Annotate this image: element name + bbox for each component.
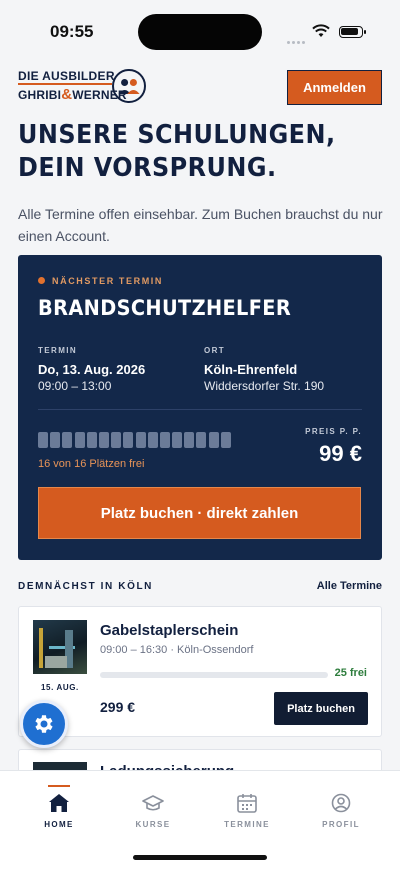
headline-line2: DEIN VORSPRUNG. [18, 153, 277, 183]
home-icon [49, 794, 69, 812]
event-time: 09:00 – 13:00 [38, 379, 112, 393]
price-label: PREIS P. P. [305, 427, 362, 436]
calendar-icon [237, 794, 257, 813]
next-event-course: BRANDSCHUTZHELFER [38, 296, 292, 320]
price-value: 99 € [319, 441, 362, 466]
logo-rule [18, 83, 112, 85]
event-date: Do, 13. Aug. 2026 [38, 362, 146, 377]
list-item[interactable]: 15. AUG. Gabelstaplerschein 09:00 – 16:3… [18, 606, 382, 737]
event-place: Köln-Ehrenfeld [204, 362, 298, 377]
seat-block [159, 432, 170, 448]
status-bar: 09:55 [0, 0, 400, 64]
seat-block [86, 432, 97, 448]
book-and-pay-button[interactable]: Platz buchen · direkt zahlen [38, 487, 361, 539]
tab-profile[interactable]: PROFIL [301, 771, 381, 841]
seat-block [220, 432, 231, 448]
seat-block [74, 432, 85, 448]
tab-label: KURSE [135, 820, 171, 829]
seat-block [50, 432, 61, 448]
logo-line1: DIE AUSBILDER [18, 69, 115, 83]
intro-text: Alle Termine offen einsehbar. Zum Buchen… [18, 206, 383, 244]
seat-block [111, 432, 122, 448]
section-title: DEMNÄCHST IN KÖLN [18, 581, 153, 592]
active-tab-indicator [48, 785, 70, 787]
tab-label: HOME [44, 820, 74, 829]
gear-icon [35, 715, 53, 733]
seat-block [98, 432, 109, 448]
page-headline: UNSERE SCHULUNGEN, DEIN VORSPRUNG. [18, 119, 349, 185]
next-event-card: NÄCHSTER TERMIN BRANDSCHUTZHELFER TERMIN… [18, 255, 382, 560]
free-seats-badge: 25 frei [334, 667, 367, 679]
seat-block [123, 432, 134, 448]
logo-name-a: GHRIBI [18, 88, 62, 102]
cellular-dots-icon [287, 31, 307, 49]
logo-emblem-icon [112, 69, 146, 103]
all-dates-link[interactable]: Alle Termine [317, 580, 382, 592]
seat-block [135, 432, 146, 448]
seat-block [147, 432, 158, 448]
tab-courses[interactable]: KURSE [113, 771, 193, 841]
next-event-eyebrow: NÄCHSTER TERMIN [52, 276, 163, 286]
seat-block [172, 432, 183, 448]
home-indicator [133, 855, 267, 860]
tab-label: TERMINE [224, 820, 270, 829]
eyebrow-dot-icon [38, 277, 45, 284]
tab-label: PROFIL [322, 820, 360, 829]
seat-indicator [38, 432, 233, 448]
profile-icon [331, 793, 351, 813]
seats-free-text: 16 von 16 Plätzen frei [38, 458, 145, 470]
event-address: Widdersdorfer Str. 190 [204, 379, 325, 393]
seat-block [184, 432, 195, 448]
capacity-bar [100, 672, 328, 678]
book-seat-button[interactable]: Platz buchen [274, 692, 368, 725]
settings-fab[interactable] [20, 700, 68, 748]
item-price: 299 € [100, 699, 136, 715]
course-thumbnail [33, 620, 87, 674]
dynamic-island [138, 14, 262, 50]
card-divider [38, 409, 362, 410]
graduation-cap-icon [142, 795, 164, 811]
item-date: 15. AUG. [41, 683, 79, 692]
headline-line1: UNSERE SCHULUNGEN, [18, 120, 336, 150]
seat-block [196, 432, 207, 448]
seat-block [38, 432, 48, 448]
brand-logo[interactable]: DIE AUSBILDER GHRIBI&WERNER [18, 69, 146, 105]
item-title: Gabelstaplerschein [100, 622, 239, 639]
item-meta: 09:00 – 16:30 · Köln-Ossendorf [100, 644, 254, 656]
status-time: 09:55 [50, 22, 94, 41]
seat-block [62, 432, 73, 448]
logo-line2: GHRIBI&WERNER [18, 86, 127, 103]
logo-amp: & [61, 86, 73, 103]
tab-dates[interactable]: TERMINE [207, 771, 287, 841]
place-label: ORT [204, 346, 226, 355]
tab-home[interactable]: HOME [19, 771, 99, 841]
app-screen: 09:55 DIE AUSBILDER GHRIBI&WERNER Anmeld… [0, 0, 400, 869]
date-label: TERMIN [38, 346, 78, 355]
seat-block [208, 432, 219, 448]
battery-icon [339, 26, 366, 38]
login-button[interactable]: Anmelden [287, 70, 382, 105]
wifi-icon [312, 24, 330, 37]
